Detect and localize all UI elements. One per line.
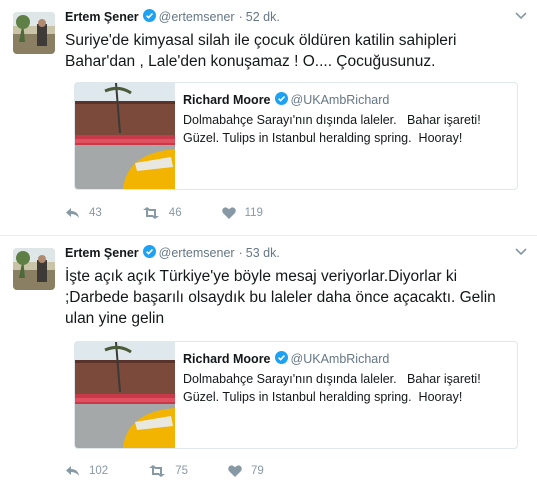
author-name[interactable]: Ertem Şener (65, 10, 139, 24)
quoted-tweet-body: Richard Moore @UKAmbRichard Dolmabahçe S… (183, 351, 513, 406)
tweet-text-line: Suriye'de kimyasal silah ile çocuk öldür… (65, 32, 457, 49)
like-button[interactable]: 79 (228, 465, 264, 477)
reply-count: 43 (89, 207, 102, 219)
reply-button[interactable]: 102 (65, 465, 108, 477)
tweet-text: İşte açık açık Türkiye'ye böyle mesaj ve… (65, 266, 527, 329)
quoted-tweet-image (75, 342, 175, 448)
tweet-header: Ertem Şener @ertemsener · 52 dk. (65, 9, 280, 25)
avatar[interactable] (13, 12, 55, 54)
reply-count: 102 (89, 465, 109, 477)
reply-icon (66, 208, 79, 218)
quoted-tweet[interactable]: Richard Moore @UKAmbRichard Dolmabahçe S… (74, 82, 518, 190)
retweet-icon (142, 207, 159, 219)
author-name[interactable]: Ertem Şener (65, 246, 139, 260)
timestamp[interactable]: 53 dk. (246, 246, 280, 260)
quoted-author-handle: @UKAmbRichard (290, 352, 390, 366)
avatar[interactable] (13, 248, 55, 290)
reply-button[interactable]: 43 (65, 207, 102, 219)
quoted-author-name: Richard Moore (183, 352, 271, 366)
tweet-actions: 102 75 79 (65, 465, 304, 477)
tweet-text: Suriye'de kimyasal silah ile çocuk öldür… (65, 30, 527, 72)
retweet-count: 75 (175, 465, 188, 477)
tweet-text-line: ulan yine gelin (65, 310, 165, 327)
verified-badge-icon (142, 9, 156, 25)
tweet-text-line: ;Darbede başarılı olsaydık bu laleler da… (65, 289, 496, 306)
quoted-text-line: Güzel. Tulips in Istanbul heralding spri… (183, 131, 463, 145)
tweet-text-line: İşte açık açık Türkiye'ye böyle mesaj ve… (65, 268, 458, 285)
quoted-tweet-body: Richard Moore @UKAmbRichard Dolmabahçe S… (183, 92, 513, 147)
retweet-button[interactable]: 46 (142, 207, 182, 219)
quoted-text-line: Dolmabahçe Sarayı'nın dışında laleler. B… (183, 372, 481, 386)
retweet-icon (149, 465, 166, 477)
quoted-text-line: Güzel. Tulips in Istanbul heralding spri… (183, 390, 463, 404)
verified-badge-icon (274, 351, 288, 367)
like-count: 119 (244, 207, 263, 219)
heart-icon (221, 207, 236, 219)
tweet-header: Ertem Şener @ertemsener · 53 dk. (65, 245, 280, 261)
verified-badge-icon (142, 245, 156, 261)
verified-badge-icon (274, 92, 288, 108)
retweet-count: 46 (168, 207, 182, 219)
heart-icon (228, 465, 242, 477)
quoted-tweet-image (75, 83, 175, 189)
quoted-author-name: Richard Moore (183, 93, 271, 107)
retweet-button[interactable]: 75 (148, 465, 188, 477)
quoted-tweet-header: Richard Moore @UKAmbRichard (183, 92, 513, 108)
chevron-down-icon[interactable] (515, 245, 527, 259)
reply-icon (66, 466, 79, 476)
like-button[interactable]: 119 (221, 207, 263, 219)
quoted-tweet-header: Richard Moore @UKAmbRichard (183, 351, 513, 367)
quoted-tweet-text: Dolmabahçe Sarayı'nın dışında laleler. B… (183, 111, 513, 147)
author-handle[interactable]: @ertemsener (159, 10, 235, 24)
quoted-tweet[interactable]: Richard Moore @UKAmbRichard Dolmabahçe S… (74, 341, 518, 449)
like-count: 79 (250, 465, 264, 477)
chevron-down-icon[interactable] (515, 9, 527, 23)
quoted-text-line: Dolmabahçe Sarayı'nın dışında laleler. B… (183, 113, 481, 127)
tweet-text-line: Bahar'dan , Lale'den konuşamaz ! O.... Ç… (65, 53, 436, 70)
quoted-tweet-text: Dolmabahçe Sarayı'nın dışında laleler. B… (183, 370, 513, 406)
tweet-actions: 43 46 119 (65, 207, 303, 219)
tweet: Ertem Şener @ertemsener · 52 dk. Suriye'… (0, 0, 537, 236)
separator: · (238, 10, 243, 24)
separator: · (238, 246, 243, 260)
tweet: Ertem Şener @ertemsener · 53 dk. İşte aç… (0, 236, 537, 496)
author-handle[interactable]: @ertemsener (159, 246, 235, 260)
quoted-author-handle: @UKAmbRichard (290, 93, 390, 107)
timestamp[interactable]: 52 dk. (246, 10, 280, 24)
